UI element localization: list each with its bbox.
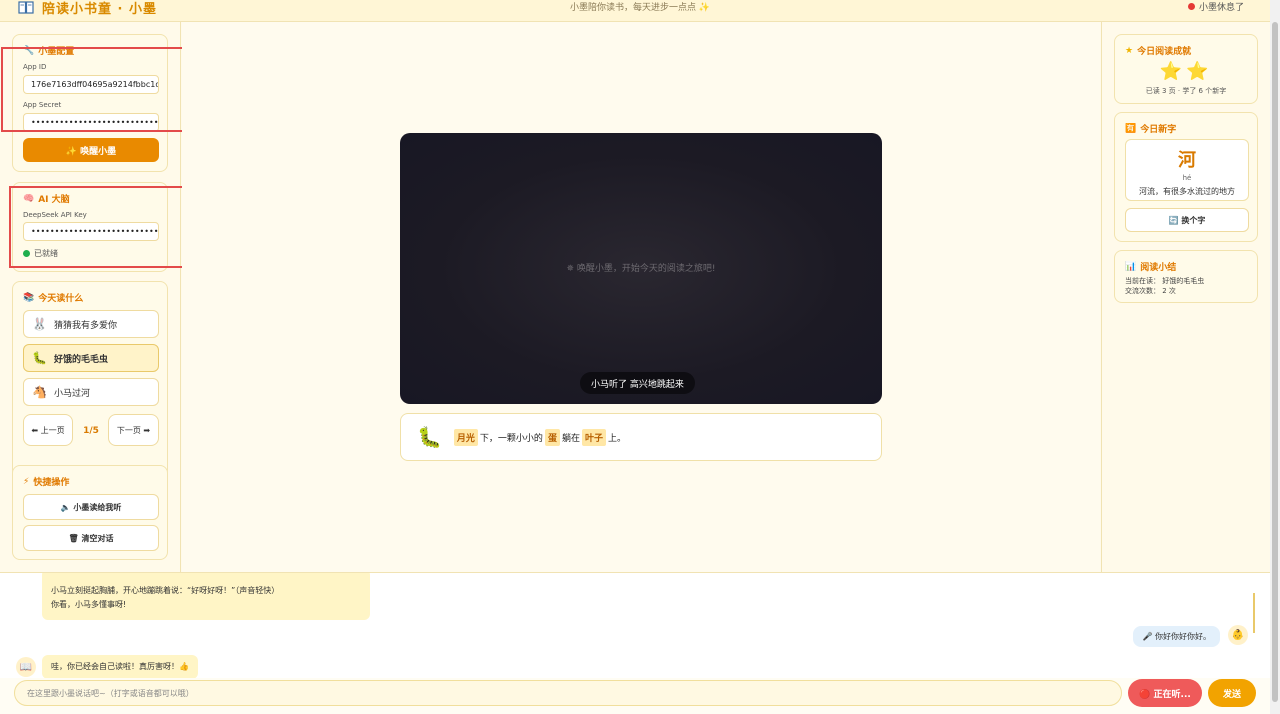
book-item-2[interactable]: 🐛 好饿的毛毛虫	[23, 344, 159, 372]
prev-page-button[interactable]: ⬅ 上一页	[23, 414, 73, 446]
book-label: 猜猜我有多爱你	[54, 320, 118, 331]
rabbit-icon: 🐰	[32, 317, 47, 331]
story-text: 躺在	[561, 433, 580, 444]
subtitle-caption: 小马听了 高兴地跳起来	[580, 372, 695, 394]
chat-scroll-indicator[interactable]	[1253, 593, 1255, 633]
word-title: 🈶 今日新字	[1125, 122, 1177, 136]
read-aloud-button[interactable]: 🔈 小墨读给我听	[23, 494, 159, 520]
status-dot	[1187, 3, 1195, 10]
app-tagline: 小墨陪你读书，每天进步一点点 ✨	[569, 3, 711, 13]
quick-title-text: 快捷操作	[33, 478, 70, 488]
character-icon: 🈶	[1125, 123, 1137, 134]
user-message: 🎤 你好你好你好。	[1133, 626, 1220, 647]
book-item-1[interactable]: 🐰 猜猜我有多爱你	[23, 310, 159, 338]
chat-input[interactable]: 在这里跟小墨说话吧~（打字或语音都可以哦）	[14, 680, 1122, 706]
new-word-card: 🈶 今日新字 河 hé 河流，有很多水流过的地方 🔄 换个字	[1114, 112, 1258, 242]
word-display: 河 hé 河流，有很多水流过的地方	[1125, 139, 1249, 201]
avatar-video-stage[interactable]: ✵ 唤醒小墨，开始今天的阅读之旅吧! 小马听了 高兴地跳起来	[400, 133, 882, 404]
word-meaning: 河流，有很多水流过的地方	[1139, 187, 1235, 196]
book-label: 小马过河	[54, 388, 91, 399]
voice-listen-button[interactable]: 🔴 正在听...	[1128, 679, 1202, 707]
horse-icon: 🐴	[32, 385, 47, 399]
app-header: 陪读小书童 · 小墨 小墨陪你读书，每天进步一点点 ✨ 小墨休息了	[0, 0, 1280, 22]
change-word-button[interactable]: 🔄 换个字	[1125, 208, 1249, 232]
ai-avatar: 📖	[16, 657, 36, 677]
highlight-word[interactable]: 蛋	[544, 428, 560, 446]
clear-chat-button[interactable]: 🗑 清空对话	[23, 525, 159, 551]
chat-input-area: 在这里跟小墨说话吧~（打字或语音都可以哦） 🔴 正在听... 发送	[0, 678, 1270, 714]
left-sidebar: 🔧 小墨配置 App ID 176e7163dff04695a9214fbbc1…	[0, 22, 221, 572]
achievement-summary: 已读 3 页 · 学了 6 个新字	[1145, 87, 1227, 95]
connection-status: 小墨休息了	[1187, 0, 1244, 13]
book-label: 好饿的毛毛虫	[54, 354, 109, 365]
summary-count: 交流次数： 2 次	[1125, 287, 1176, 295]
highlight-word[interactable]: 月光	[453, 428, 478, 446]
achievement-title-text: 今日阅读成就	[1137, 47, 1192, 57]
next-page-button[interactable]: 下一页 ➡	[108, 414, 159, 446]
user-avatar: 👶	[1228, 625, 1248, 645]
highlight-box-ai	[9, 186, 188, 268]
caterpillar-icon: 🐛	[32, 351, 47, 365]
summary-card: 📊 阅读小结 当前在读： 好饿的毛毛虫 交流次数： 2 次	[1114, 250, 1258, 303]
chat-panel: 小马立刻挺起胸脯，开心地蹦跳着说：“好呀好呀！”（声音轻快） 你看，小马多懂事呀…	[0, 572, 1270, 678]
ai-message: 小马立刻挺起胸脯，开心地蹦跳着说：“好呀好呀！”（声音轻快） 你看，小马多懂事呀…	[42, 573, 370, 620]
word-character: 河	[1178, 150, 1196, 171]
stage-message: ✵ 唤醒小墨，开始今天的阅读之旅吧!	[566, 264, 716, 274]
reading-card: 📚 今天读什么 🐰 猜猜我有多爱你 🐛 好饿的毛毛虫 🐴 小马过河 ⬅ 上一页 …	[12, 281, 168, 478]
send-button[interactable]: 发送	[1208, 679, 1256, 707]
ai-message: 哇，你已经会自己读啦！真厉害呀！👍	[42, 655, 198, 678]
lightning-icon: ⚡	[23, 476, 30, 487]
quick-title: ⚡ 快捷操作	[23, 475, 70, 489]
summary-current: 当前在读： 好饿的毛毛虫	[1125, 277, 1205, 285]
right-sidebar: ★ 今日阅读成就 ⭐⭐ 已读 3 页 · 学了 6 个新字 🈶 今日新字 河 h…	[1101, 22, 1269, 572]
story-text-bar: 🐛 月光 下，一颗小小的 蛋 躺在 叶子 上。	[400, 413, 882, 461]
wake-button[interactable]: ✨ 唤醒小墨	[23, 138, 159, 162]
scrollbar-thumb[interactable]	[1272, 22, 1278, 702]
books-icon: 📚	[23, 292, 35, 303]
summary-title: 📊 阅读小结	[1125, 260, 1177, 274]
book-item-3[interactable]: 🐴 小马过河	[23, 378, 159, 406]
word-title-text: 今日新字	[1140, 125, 1177, 135]
highlight-word[interactable]: 叶子	[581, 428, 606, 446]
ai-message-line: 小马立刻挺起胸脯，开心地蹦跳着说：“好呀好呀！”（声音轻快）	[51, 586, 280, 595]
ai-message-line: 你看，小马多懂事呀!	[51, 600, 127, 609]
word-pinyin: hé	[1182, 174, 1192, 182]
achievement-title: ★ 今日阅读成就	[1125, 44, 1192, 58]
status-text: 小墨休息了	[1198, 3, 1244, 13]
reading-title-text: 今天读什么	[38, 294, 84, 304]
page-scrollbar[interactable]	[1270, 0, 1280, 714]
achievement-card: ★ 今日阅读成就 ⭐⭐ 已读 3 页 · 学了 6 个新字	[1114, 34, 1258, 104]
achievement-stars: ⭐⭐	[1159, 61, 1213, 82]
page-indicator: 1/5	[83, 426, 99, 436]
star-icon: ★	[1125, 45, 1134, 56]
main-stage: ✵ 唤醒小墨，开始今天的阅读之旅吧! 小马听了 高兴地跳起来 🐛 月光 下，一颗…	[182, 22, 1100, 572]
summary-title-text: 阅读小结	[1140, 263, 1177, 273]
story-text: 下，一颗小小的	[479, 433, 543, 444]
reading-title: 📚 今天读什么	[23, 291, 84, 305]
quick-actions-card: ⚡ 快捷操作 🔈 小墨读给我听 🗑 清空对话	[12, 465, 168, 560]
chart-icon: 📊	[1125, 261, 1137, 272]
caterpillar-icon: 🐛	[417, 425, 442, 449]
story-text: 上。	[607, 433, 626, 444]
